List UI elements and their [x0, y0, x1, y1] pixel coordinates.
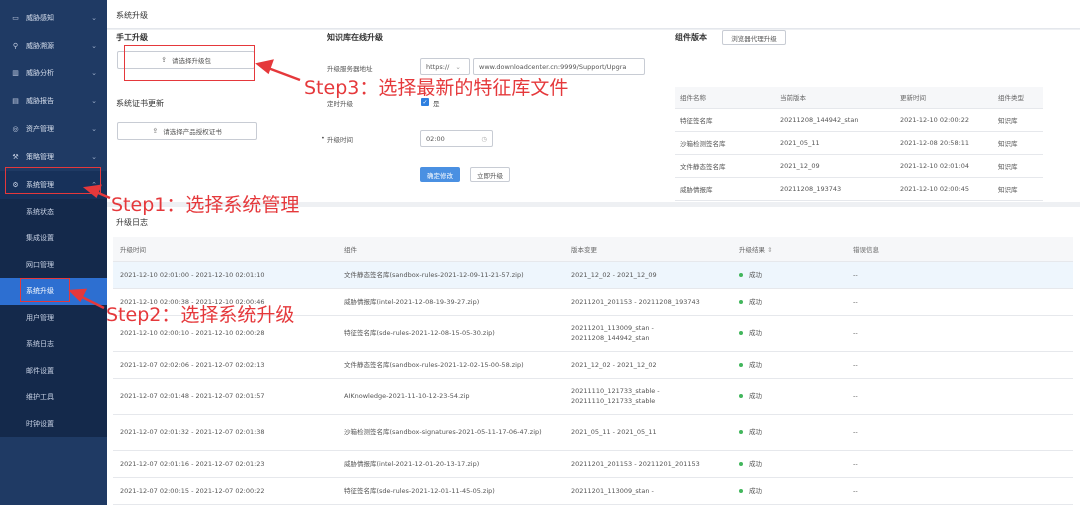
arrow-step2 [79, 294, 105, 310]
annotation-step2: Step2：选择系统升级 [106, 304, 295, 326]
annotation-step3: Step3：选择最新的特征库文件 [304, 77, 569, 99]
arrow-step3 [267, 66, 301, 82]
arrow-head-step3 [255, 59, 274, 75]
annotation-step1: Step1：选择系统管理 [111, 194, 300, 216]
arrow-head-step1 [82, 184, 102, 199]
